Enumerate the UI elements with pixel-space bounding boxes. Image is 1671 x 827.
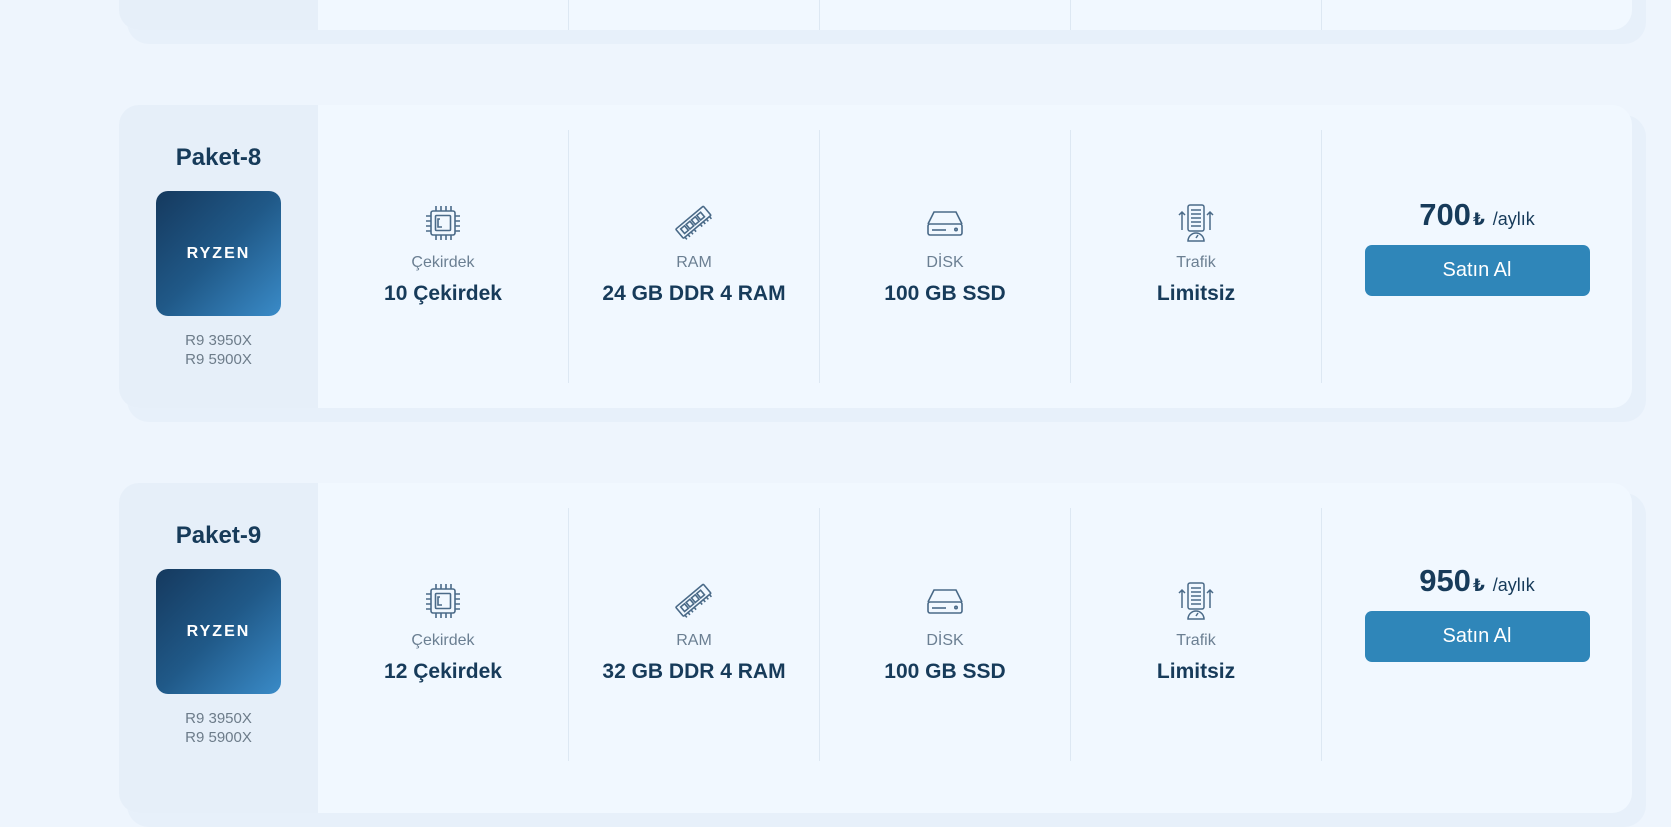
package-card-8: Paket-8 RYZEN R9 3950X R9 5900X Çekirdek… (119, 105, 1646, 422)
currency-symbol: ₺ (1472, 575, 1485, 595)
spec-label: DİSK (926, 631, 964, 649)
spec-value: 100 GB SSD (884, 281, 1006, 305)
spec-traffic: Trafik Limitsiz (1071, 508, 1322, 761)
spec-label: DİSK (926, 253, 964, 271)
package-card-body (119, 0, 1632, 30)
package-specs: Çekirdek 12 Çekirdek RAM 32 GB DDR 4 RAM (318, 483, 1632, 813)
currency-symbol: ₺ (1472, 210, 1485, 229)
package-left-panel: Paket-8 RYZEN R9 3950X R9 5900X (119, 105, 318, 408)
ram-module-icon (675, 205, 713, 240)
spec-value: Limitsiz (1156, 659, 1236, 683)
spec-ram: RAM 32 GB DDR 4 RAM (569, 508, 820, 761)
package-card-7 (119, 0, 1646, 44)
package-name: Paket-9 (175, 522, 262, 549)
buy-button[interactable]: Satın Al (1364, 245, 1590, 296)
spec-disk: DİSK 100 GB SSD (820, 508, 1071, 761)
spec-disk: DİSK 100 GB SSD (820, 130, 1071, 383)
price-period: /aylık (1492, 209, 1535, 229)
spec-cpu: Çekirdek 10 Çekirdek (318, 130, 569, 383)
price-section (1322, 0, 1632, 30)
price-period: /aylık (1492, 574, 1535, 595)
spec-value: 10 Çekirdek (384, 281, 502, 305)
cpu-models: R9 3950X R9 5900X (185, 709, 252, 747)
cpu-models: R9 3950X R9 5900X (185, 331, 252, 369)
spec-label: Çekirdek (411, 253, 475, 271)
spec-disk (820, 0, 1071, 30)
spec-value: 24 GB DDR 4 RAM (602, 281, 786, 305)
package-card-body: Paket-8 RYZEN R9 3950X R9 5900X Çekirdek… (119, 105, 1632, 408)
spec-label: RAM (676, 253, 712, 271)
package-card-9: Paket-9 RYZEN R9 3950X R9 5900X Çekirdek… (119, 483, 1646, 827)
spec-value: 100 GB SSD (884, 659, 1006, 683)
spec-traffic: Trafik Limitsiz (1071, 130, 1322, 383)
price: 950 ₺ /aylık (1419, 563, 1535, 599)
spec-value: Limitsiz (1156, 281, 1236, 305)
spec-traffic (1071, 0, 1322, 30)
hard-drive-icon (927, 588, 963, 614)
spec-cpu (318, 0, 569, 30)
package-card-body: Paket-9 RYZEN R9 3950X R9 5900X Çekirdek… (119, 483, 1632, 813)
server-traffic-icon (1178, 203, 1214, 242)
price-amount: 950 (1419, 562, 1471, 598)
spec-cpu: Çekirdek 12 Çekirdek (318, 508, 569, 761)
ryzen-logo: RYZEN (156, 569, 281, 694)
price-section: 700 ₺ /aylık Satın Al (1322, 105, 1632, 408)
package-name: Paket-8 (175, 144, 262, 171)
package-left-panel (119, 0, 318, 30)
hard-drive-icon (927, 210, 963, 236)
server-traffic-icon (1178, 581, 1214, 620)
spec-value: 32 GB DDR 4 RAM (602, 659, 786, 683)
spec-ram: RAM 24 GB DDR 4 RAM (569, 130, 820, 383)
package-specs (318, 0, 1632, 30)
cpu-model: R9 5900X (185, 729, 252, 746)
price-amount: 700 (1419, 197, 1471, 232)
cpu-chip-icon (426, 205, 460, 240)
cpu-chip-icon (426, 583, 460, 618)
spec-ram (569, 0, 820, 30)
price-section: 950 ₺ /aylık Satın Al (1322, 483, 1632, 813)
cpu-model: R9 5900X (185, 351, 252, 368)
package-left-panel: Paket-9 RYZEN R9 3950X R9 5900X (119, 483, 318, 813)
ram-module-icon (675, 583, 713, 618)
spec-label: RAM (676, 631, 712, 649)
price: 700 ₺ /aylık (1419, 197, 1535, 233)
ryzen-logo: RYZEN (156, 191, 281, 316)
spec-label: Çekirdek (411, 631, 475, 649)
cpu-model: R9 3950X (185, 710, 252, 727)
buy-button[interactable]: Satın Al (1364, 610, 1590, 662)
package-specs: Çekirdek 10 Çekirdek RAM 24 GB DDR 4 RAM (318, 105, 1632, 408)
cpu-model: R9 3950X (185, 332, 252, 349)
logo-text: RYZEN (186, 244, 251, 262)
spec-value: 12 Çekirdek (384, 659, 502, 683)
spec-label: Trafik (1176, 253, 1216, 271)
spec-label: Trafik (1176, 631, 1216, 649)
logo-text: RYZEN (186, 622, 251, 640)
